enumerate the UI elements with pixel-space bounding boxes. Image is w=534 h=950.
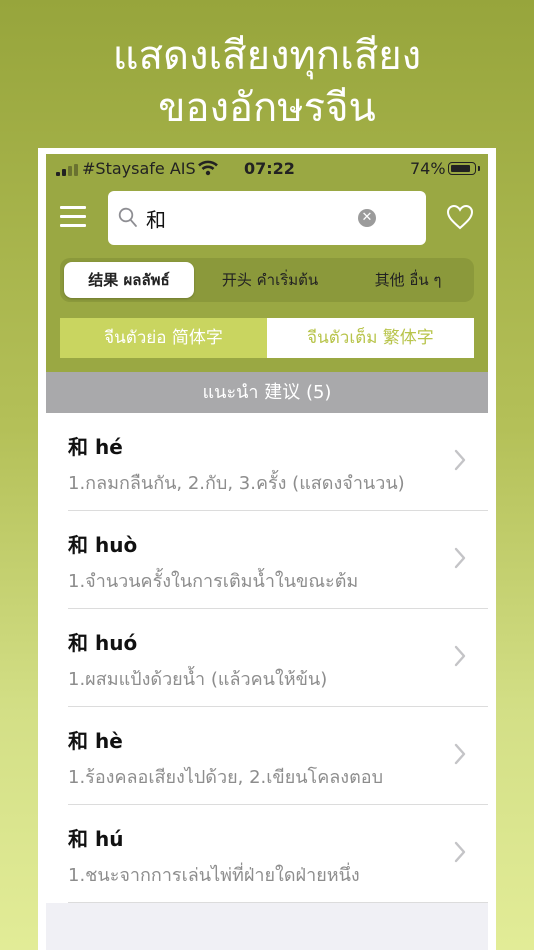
app-header: #Staysafe AIS 07:22 74% 和 ✕ 结果 ผลลัพธ์ 开… bbox=[46, 154, 488, 372]
chevron-right-icon bbox=[454, 449, 466, 471]
search-input[interactable] bbox=[146, 201, 376, 235]
results-list: 和 hé 1.กลมกลืนกัน, 2.กับ, 3.ครั้ง (แสดงจ… bbox=[46, 413, 488, 903]
script-toggle: จีนตัวย่อ 简体字 จีนตัวเต็ม 繁体字 bbox=[60, 318, 474, 358]
wifi-icon bbox=[198, 160, 218, 176]
list-item[interactable]: 和 hé 1.กลมกลืนกัน, 2.กับ, 3.ครั้ง (แสดงจ… bbox=[46, 413, 488, 511]
heart-icon[interactable] bbox=[446, 204, 474, 230]
search-bar[interactable]: ✕ bbox=[108, 191, 426, 245]
chevron-right-icon bbox=[454, 645, 466, 667]
result-definition: 1.ชนะจากการเล่นไพ่ที่ฝ่ายใดฝ่ายหนึ่ง bbox=[68, 865, 360, 886]
list-item[interactable]: 和 hè 1.ร้องคลอเสียงไปด้วย, 2.เขียนโคลงตอ… bbox=[46, 707, 488, 805]
result-word: 和 hè bbox=[68, 729, 123, 753]
result-definition: 1.จำนวนครั้งในการเติมน้ำในขณะต้ม bbox=[68, 571, 359, 592]
search-icon bbox=[118, 207, 137, 227]
promo-banner: แสดงเสียงทุกเสียง ของอักษรจีน bbox=[0, 30, 534, 134]
clear-icon[interactable]: ✕ bbox=[358, 209, 376, 227]
chevron-right-icon bbox=[454, 841, 466, 863]
chevron-right-icon bbox=[454, 743, 466, 765]
list-item[interactable]: 和 hú 1.ชนะจากการเล่นไพ่ที่ฝ่ายใดฝ่ายหนึ่… bbox=[46, 805, 488, 903]
carrier-name: #Staysafe AIS bbox=[82, 159, 196, 178]
simplified-chinese-button[interactable]: จีนตัวย่อ 简体字 bbox=[60, 318, 267, 358]
divider bbox=[68, 902, 488, 903]
menu-icon[interactable] bbox=[60, 206, 86, 228]
app-screen: #Staysafe AIS 07:22 74% 和 ✕ 结果 ผลลัพธ์ 开… bbox=[46, 154, 488, 950]
section-header: แนะนำ 建议 (5) bbox=[46, 372, 488, 413]
result-definition: 1.กลมกลืนกัน, 2.กับ, 3.ครั้ง (แสดงจำนวน) bbox=[68, 473, 405, 494]
phone-frame: #Staysafe AIS 07:22 74% 和 ✕ 结果 ผลลัพธ์ 开… bbox=[38, 148, 496, 950]
result-word: 和 hé bbox=[68, 435, 123, 459]
chevron-right-icon bbox=[454, 547, 466, 569]
result-definition: 1.ผสมแป้งด้วยน้ำ (แล้วคนให้ข้น) bbox=[68, 669, 328, 690]
result-word: 和 hú bbox=[68, 827, 124, 851]
segment-beginning[interactable]: 开头 คำเริ่มต้น bbox=[202, 262, 338, 298]
traditional-chinese-button[interactable]: จีนตัวเต็ม 繁体字 bbox=[267, 318, 474, 358]
list-item[interactable]: 和 huò 1.จำนวนครั้งในการเติมน้ำในขณะต้ม bbox=[46, 511, 488, 609]
segment-results[interactable]: 结果 ผลลัพธ์ bbox=[64, 262, 194, 298]
banner-line-1: แสดงเสียงทุกเสียง bbox=[112, 33, 422, 79]
banner-line-2: ของอักษรจีน bbox=[158, 85, 376, 131]
battery-icon bbox=[448, 162, 480, 175]
status-bar: #Staysafe AIS 07:22 74% bbox=[46, 154, 488, 182]
signal-icon bbox=[56, 164, 78, 176]
result-word: 和 huó bbox=[68, 631, 138, 655]
result-type-segmented-control: 结果 ผลลัพธ์ 开头 คำเริ่มต้น 其他 อื่น ๆ bbox=[60, 258, 474, 302]
segment-other[interactable]: 其他 อื่น ๆ bbox=[346, 262, 470, 298]
result-definition: 1.ร้องคลอเสียงไปด้วย, 2.เขียนโคลงตอบ bbox=[68, 767, 383, 788]
clock: 07:22 bbox=[244, 159, 295, 178]
list-item[interactable]: 和 huó 1.ผสมแป้งด้วยน้ำ (แล้วคนให้ข้น) bbox=[46, 609, 488, 707]
result-word: 和 huò bbox=[68, 533, 138, 557]
battery-percent: 74% bbox=[410, 159, 446, 178]
